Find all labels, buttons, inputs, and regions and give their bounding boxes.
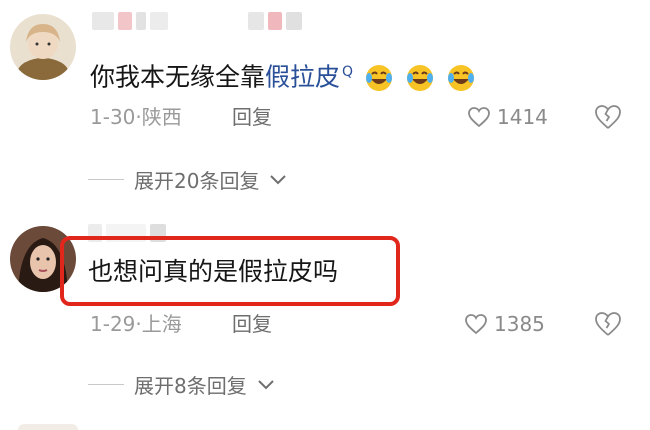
like-count: 1414 [497,105,548,129]
like-count: 1385 [494,312,545,336]
broken-heart-icon[interactable] [593,102,623,132]
comment-location: 上海 [141,312,182,336]
comment-meta: 1-29·上海 [90,310,182,338]
chevron-down-icon [258,379,274,389]
comment-text: 你我本无缘全靠假拉皮 Q [90,56,476,93]
chevron-down-icon [270,174,287,184]
avatar[interactable] [10,14,76,80]
expand-replies-button[interactable]: 展开20条回复 [88,165,287,194]
comment-meta: 1-30·陕西 [90,103,182,131]
search-icon[interactable]: Q [342,64,353,80]
comment-date: 1-29 [90,312,136,336]
divider-line [88,179,124,180]
comment-location: 陕西 [141,105,182,129]
expand-replies-button[interactable]: 展开8条回复 [88,370,275,399]
laughing-crying-emoji-icon [447,65,474,92]
laughing-crying-emoji-icon [406,65,433,92]
like-button[interactable]: 1414 [467,103,548,131]
reply-button[interactable]: 回复 [232,310,272,338]
expand-replies-label: 展开20条回复 [134,169,260,193]
username-masked[interactable] [92,6,302,36]
next-comment-peek [18,424,78,430]
comment-text: 也想问真的是假拉皮吗 [88,257,339,286]
like-button[interactable]: 1385 [464,310,545,338]
broken-heart-icon[interactable] [593,309,623,339]
comment-date: 1-30 [90,105,136,129]
heart-outline-icon [465,314,487,335]
comment-text-plain: 你我本无缘全靠 [90,62,266,92]
divider-line [88,384,124,385]
heart-outline-icon [468,107,490,128]
keyword-link[interactable]: 假拉皮 [265,62,340,91]
reply-button[interactable]: 回复 [232,103,272,131]
laughing-crying-emoji-icon [366,65,393,92]
expand-replies-label: 展开8条回复 [134,374,247,398]
